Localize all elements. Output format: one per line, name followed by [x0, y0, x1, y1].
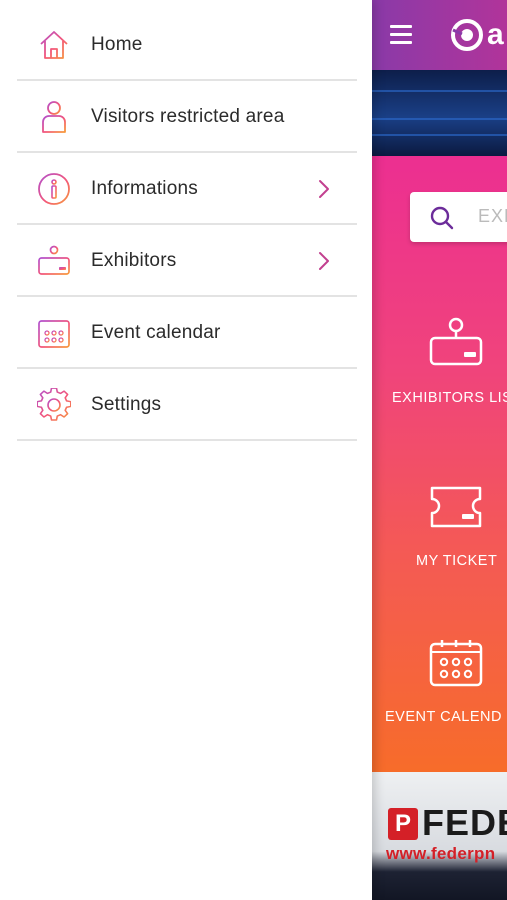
sponsor-logo: P	[388, 808, 418, 840]
menu-item-settings[interactable]: Settings	[17, 370, 357, 441]
gear-icon	[37, 388, 71, 421]
menu-item-label: Event calendar	[91, 322, 221, 343]
app-logo-text: a	[487, 18, 504, 51]
event-calendar-tile-label[interactable]: EVENT CALEND	[385, 709, 502, 725]
ticket-icon[interactable]	[428, 484, 484, 530]
exhibitors-list-tile-label[interactable]: EXHIBITORS LIS	[392, 390, 507, 406]
home-tiles-area: EXH EXHIBITORS LIS MY TICKET	[372, 156, 507, 772]
menu-item-home[interactable]: Home	[17, 10, 357, 81]
sponsor-url: www.federpn	[386, 844, 496, 863]
sponsor-banner[interactable]: P FEDE www.federpn	[372, 772, 507, 900]
booth-icon	[38, 245, 70, 275]
search-icon	[430, 206, 454, 230]
app-header: a	[372, 0, 507, 70]
menu-item-event-calendar[interactable]: Event calendar	[17, 298, 357, 369]
menu-item-visitors-restricted-area[interactable]: Visitors restricted area	[17, 82, 357, 153]
menu-item-exhibitors[interactable]: Exhibitors	[17, 226, 357, 297]
menu-item-label: Informations	[91, 178, 198, 199]
calendar-icon	[38, 318, 70, 348]
main-app-screen: a EXH EXHIBITORS LIS MY TICKET	[372, 0, 507, 900]
menu-item-informations[interactable]: Informations	[17, 154, 357, 225]
exhibitor-search-field[interactable]: EXH	[410, 192, 507, 242]
menu-item-label: Visitors restricted area	[91, 106, 285, 127]
app-logo	[451, 19, 483, 51]
menu-item-label: Exhibitors	[91, 250, 177, 271]
chevron-right-icon	[319, 180, 329, 198]
sponsor-name: FEDE	[422, 802, 507, 843]
user-icon	[42, 101, 66, 133]
info-icon	[38, 173, 70, 205]
chevron-right-icon	[319, 252, 329, 270]
booth-icon[interactable]	[428, 316, 484, 368]
home-icon	[40, 31, 68, 59]
top-banner-image[interactable]	[372, 70, 507, 156]
navigation-drawer: Home Visitors restricted area Informatio…	[0, 0, 372, 900]
calendar-icon[interactable]	[428, 638, 484, 688]
menu-item-label: Settings	[91, 394, 162, 415]
search-placeholder: EXH	[478, 206, 507, 226]
my-ticket-tile-label[interactable]: MY TICKET	[416, 553, 497, 569]
menu-icon[interactable]	[390, 25, 412, 45]
menu-item-label: Home	[91, 34, 143, 55]
